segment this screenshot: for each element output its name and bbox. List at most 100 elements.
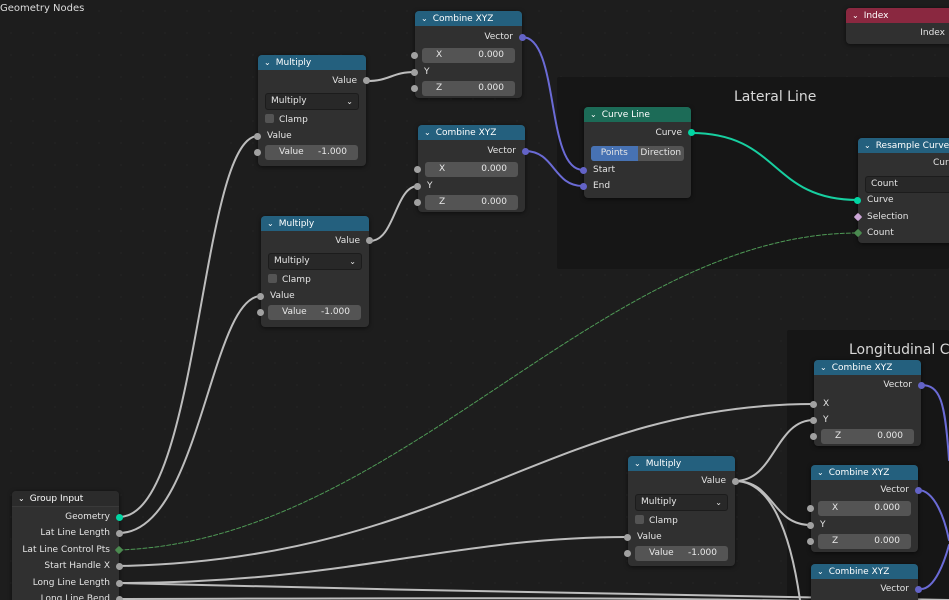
checkbox-box[interactable] [635, 515, 644, 524]
socket-vector-output[interactable] [915, 487, 922, 494]
input-field-x[interactable]: X 0.000 [818, 501, 911, 516]
input-field-z[interactable]: Z 0.000 [821, 429, 914, 444]
input-field-x[interactable]: X 0.000 [425, 162, 518, 177]
socket-y-input[interactable] [414, 183, 421, 190]
node-header[interactable]: ⌄ Index [846, 8, 949, 23]
node-header[interactable]: ⌄ Combine XYZ [415, 11, 522, 26]
chevron-down-icon[interactable]: ⌄ [817, 468, 824, 477]
chevron-down-icon[interactable]: ⌄ [820, 363, 827, 372]
node-group-input[interactable]: ⌄ Group Input Geometry Lat Line Length La… [12, 491, 124, 600]
field-label: Z [439, 197, 446, 207]
node-header[interactable]: ⌄ Combine XYZ [811, 465, 918, 480]
socket-value-input[interactable] [624, 550, 631, 557]
value-field[interactable]: Value -1.000 [268, 305, 361, 320]
node-index[interactable]: ⌄ Index Index [846, 8, 949, 44]
chevron-down-icon[interactable]: ⌄ [267, 219, 274, 228]
socket-z-input[interactable] [810, 433, 817, 440]
socket-y-input[interactable] [411, 69, 418, 76]
node-header[interactable]: ⌄ Combine XYZ [418, 125, 525, 140]
chevron-down-icon[interactable]: ⌄ [264, 58, 271, 67]
socket-long-line-bend-output[interactable] [116, 596, 123, 600]
chevron-down-icon[interactable]: ⌄ [424, 128, 431, 137]
field-value: 0.000 [478, 50, 504, 60]
link-vector-offscreen [920, 384, 949, 461]
node-header[interactable]: ⌄ Combine XYZ [811, 564, 918, 579]
mode-points-button[interactable]: Points [591, 146, 638, 161]
node-header[interactable]: ⌄ Combine XYZ [814, 360, 921, 375]
node-header[interactable]: ⌄ Resample Curve [858, 138, 949, 153]
node-header[interactable]: ⌄ Curve Line [584, 107, 691, 122]
node-header[interactable]: ⌄ Multiply [261, 216, 369, 231]
input-field-z[interactable]: Z 0.000 [425, 195, 518, 210]
socket-y-input[interactable] [807, 522, 814, 529]
value-field[interactable]: Value -1.000 [265, 145, 358, 160]
socket-end-input[interactable] [580, 183, 587, 190]
socket-value-output[interactable] [732, 478, 739, 485]
chevron-down-icon[interactable]: ⌄ [852, 11, 859, 20]
node-title: Index [863, 10, 889, 21]
operation-dropdown[interactable]: Multiply ⌄ [268, 253, 362, 270]
socket-value-input[interactable] [257, 293, 264, 300]
socket-x-input[interactable] [810, 401, 817, 408]
mode-toggle[interactable]: Points Direction [591, 146, 684, 161]
node-combine-xyz[interactable]: ⌄ Combine XYZ Vector X 0.000 Y Z 0.000 [807, 465, 922, 552]
chevron-down-icon[interactable]: ⌄ [864, 141, 871, 150]
node-combine-xyz[interactable]: ⌄ Combine XYZ Vector X 0.000 Y Z 0.000 [411, 11, 526, 98]
socket-x-input[interactable] [414, 166, 421, 173]
socket-lat-line-length-output[interactable] [116, 530, 123, 537]
node-header[interactable]: ⌄ Group Input [12, 491, 119, 507]
socket-curve-input[interactable] [854, 197, 861, 204]
clamp-checkbox[interactable]: Clamp [268, 273, 311, 287]
socket-z-input[interactable] [411, 85, 418, 92]
mode-direction-button[interactable]: Direction [638, 146, 685, 161]
node-resample-curve[interactable]: ⌄ Resample Curve Curve Count Curve Select… [853, 138, 949, 243]
value-field[interactable]: Value -1.000 [635, 546, 728, 561]
socket-value-input[interactable] [624, 534, 631, 541]
chevron-down-icon[interactable]: ⌄ [18, 494, 25, 503]
node-math-multiply[interactable]: ⌄ Multiply Value Multiply ⌄ Clamp Value Va… [254, 55, 370, 166]
chevron-down-icon[interactable]: ⌄ [634, 459, 641, 468]
socket-geometry-output[interactable] [116, 514, 123, 521]
socket-x-input[interactable] [411, 52, 418, 59]
node-curve-line[interactable]: ⌄ Curve Line Curve Points Direction Start… [580, 107, 695, 198]
node-combine-xyz[interactable]: ⌄ Combine XYZ Vector X Y Z 0.000 [810, 360, 925, 446]
socket-z-input[interactable] [807, 538, 814, 545]
checkbox-box[interactable] [268, 274, 277, 283]
checkbox-box[interactable] [265, 114, 274, 123]
clamp-checkbox[interactable]: Clamp [265, 113, 308, 127]
socket-x-input[interactable] [807, 505, 814, 512]
node-combine-xyz[interactable]: ⌄ Combine XYZ Vector [811, 564, 922, 600]
operation-dropdown[interactable]: Multiply ⌄ [635, 494, 728, 511]
socket-value-input[interactable] [254, 133, 261, 140]
operation-dropdown[interactable]: Multiply ⌄ [265, 93, 359, 110]
input-field-z[interactable]: Z 0.000 [422, 81, 515, 96]
mode-dropdown[interactable]: Count [865, 176, 949, 193]
socket-vector-output[interactable] [519, 34, 526, 41]
node-math-multiply[interactable]: ⌄ Multiply Value Multiply ⌄ Clamp Value Va… [257, 216, 373, 327]
socket-value-output[interactable] [366, 237, 373, 244]
socket-vector-output[interactable] [915, 586, 922, 593]
socket-value-input[interactable] [257, 309, 264, 316]
socket-y-input[interactable] [810, 417, 817, 424]
input-field-z[interactable]: Z 0.000 [818, 534, 911, 549]
chevron-down-icon[interactable]: ⌄ [421, 14, 428, 23]
socket-vector-output[interactable] [522, 148, 529, 155]
socket-start-handle-x-output[interactable] [116, 563, 123, 570]
socket-vector-output[interactable] [918, 382, 925, 389]
socket-curve-output[interactable] [688, 129, 695, 136]
node-math-multiply[interactable]: ⌄ Multiply Value Multiply ⌄ Clamp Value Va… [624, 456, 739, 566]
socket-value-input[interactable] [254, 149, 261, 156]
socket-long-line-length-output[interactable] [116, 580, 123, 587]
clamp-checkbox[interactable]: Clamp [635, 514, 678, 528]
chevron-down-icon[interactable]: ⌄ [817, 567, 824, 576]
node-header[interactable]: ⌄ Multiply [628, 456, 735, 471]
node-header[interactable]: ⌄ Multiply [258, 55, 366, 70]
node-editor-canvas[interactable]: Geometry Nodes Lateral Line Longitudinal… [0, 0, 949, 600]
socket-value-output[interactable] [363, 77, 370, 84]
node-combine-xyz[interactable]: ⌄ Combine XYZ Vector X 0.000 Y Z 0.000 [414, 125, 529, 212]
input-field-x[interactable]: X 0.000 [422, 48, 515, 63]
socket-start-input[interactable] [580, 167, 587, 174]
chevron-down-icon[interactable]: ⌄ [590, 110, 597, 119]
socket-z-input[interactable] [414, 199, 421, 206]
field-label: Z [832, 536, 839, 546]
